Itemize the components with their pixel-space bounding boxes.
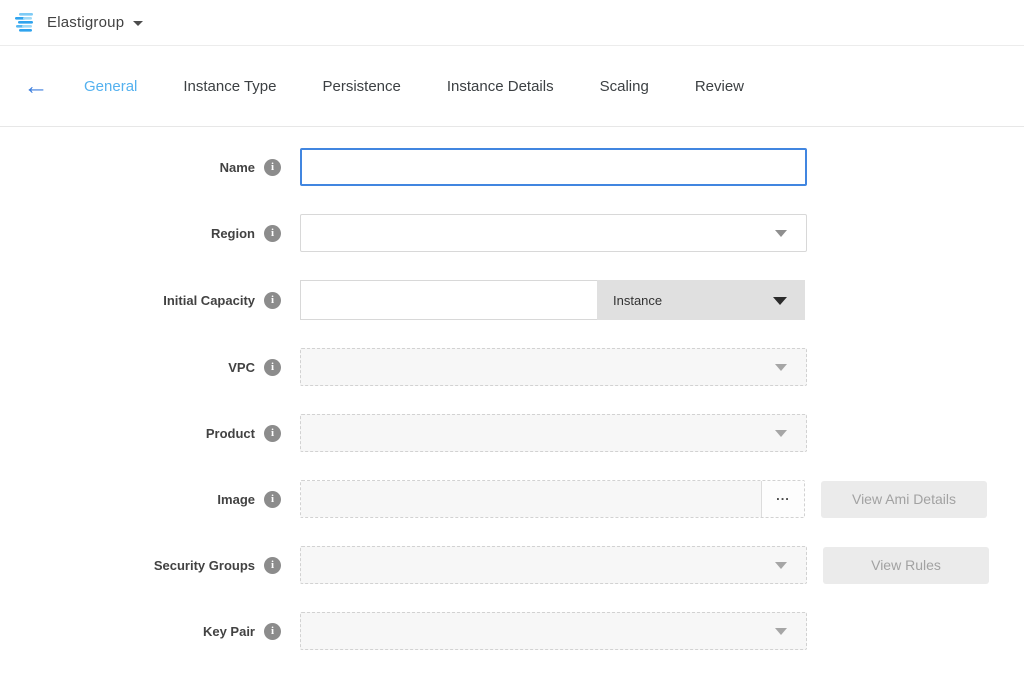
chevron-down-icon <box>133 21 143 26</box>
image-browse-button[interactable]: ... <box>761 481 804 517</box>
chevron-down-icon <box>775 364 787 371</box>
region-row: Region i <box>0 214 1024 252</box>
elastigroup-logo-icon <box>14 12 38 34</box>
general-settings-form: Name i Region i Initial Capacity i Insta… <box>0 127 1024 650</box>
wizard-tab-bar: ← General Instance Type Persistence Inst… <box>0 46 1024 127</box>
wizard-tabs: General Instance Type Persistence Instan… <box>84 78 744 95</box>
name-row: Name i <box>0 148 1024 186</box>
security-groups-info-icon[interactable]: i <box>264 557 281 574</box>
app-title: Elastigroup <box>47 14 124 31</box>
top-bar: Elastigroup <box>0 0 1024 46</box>
key-pair-info-icon[interactable]: i <box>264 623 281 640</box>
tab-review[interactable]: Review <box>695 78 744 95</box>
chevron-down-icon <box>775 628 787 635</box>
image-label: Image <box>217 492 255 507</box>
initial-capacity-row: Initial Capacity i Instance <box>0 280 1024 320</box>
vpc-row: VPC i <box>0 348 1024 386</box>
image-input <box>301 481 761 517</box>
security-groups-row: Security Groups i View Rules <box>0 546 1024 584</box>
region-label: Region <box>211 226 255 241</box>
image-field: ... <box>300 480 805 518</box>
key-pair-row: Key Pair i <box>0 612 1024 650</box>
chevron-down-icon <box>775 430 787 437</box>
view-rules-button[interactable]: View Rules <box>823 547 989 584</box>
tab-scaling[interactable]: Scaling <box>600 78 649 95</box>
product-info-icon[interactable]: i <box>264 425 281 442</box>
tab-instance-details[interactable]: Instance Details <box>447 78 554 95</box>
chevron-down-icon <box>775 230 787 237</box>
region-info-icon[interactable]: i <box>264 225 281 242</box>
security-groups-label: Security Groups <box>154 558 255 573</box>
security-groups-select <box>300 546 807 584</box>
vpc-label: VPC <box>228 360 255 375</box>
capacity-unit-select[interactable]: Instance <box>597 280 805 320</box>
name-label: Name <box>220 160 255 175</box>
vpc-select <box>300 348 807 386</box>
product-select <box>300 414 807 452</box>
region-select[interactable] <box>300 214 807 252</box>
name-info-icon[interactable]: i <box>264 159 281 176</box>
chevron-down-icon <box>773 297 787 305</box>
product-label: Product <box>206 426 255 441</box>
key-pair-select <box>300 612 807 650</box>
chevron-down-icon <box>775 562 787 569</box>
view-ami-details-button[interactable]: View Ami Details <box>821 481 987 518</box>
product-row: Product i <box>0 414 1024 452</box>
image-info-icon[interactable]: i <box>264 491 281 508</box>
initial-capacity-label: Initial Capacity <box>163 293 255 308</box>
initial-capacity-info-icon[interactable]: i <box>264 292 281 309</box>
tab-persistence[interactable]: Persistence <box>323 78 401 95</box>
name-input[interactable] <box>300 148 807 186</box>
tab-instance-type[interactable]: Instance Type <box>183 78 276 95</box>
initial-capacity-input[interactable] <box>300 280 597 320</box>
capacity-unit-value: Instance <box>613 293 662 308</box>
vpc-info-icon[interactable]: i <box>264 359 281 376</box>
tab-general[interactable]: General <box>84 78 137 95</box>
product-switcher[interactable]: Elastigroup <box>14 12 143 34</box>
key-pair-label: Key Pair <box>203 624 255 639</box>
image-row: Image i ... View Ami Details <box>0 480 1024 518</box>
back-arrow-icon[interactable]: ← <box>16 74 56 99</box>
